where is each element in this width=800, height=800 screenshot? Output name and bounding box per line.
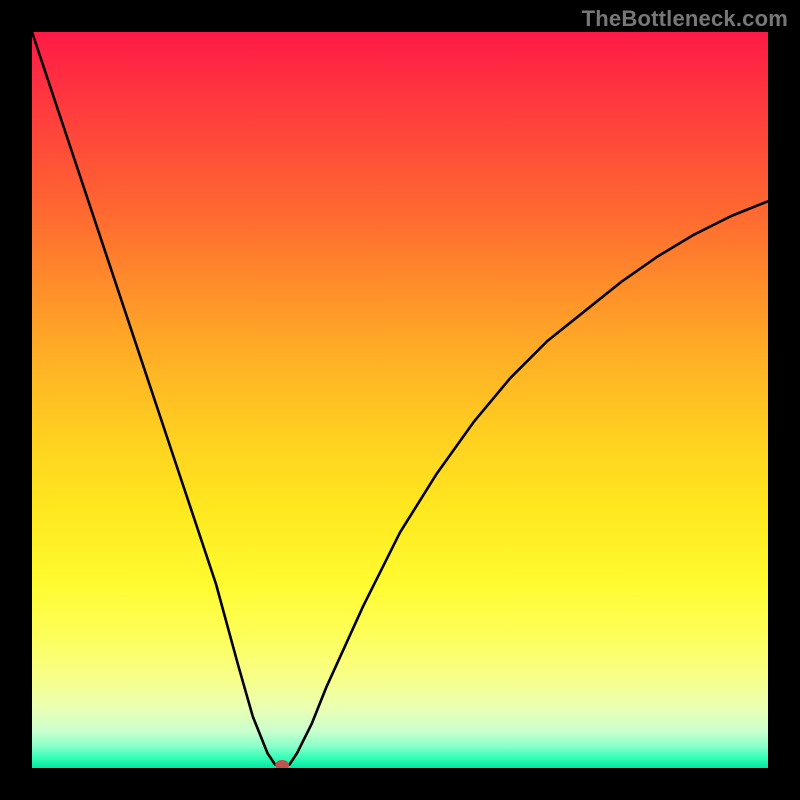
minimum-marker [275,760,289,768]
chart-frame: TheBottleneck.com [0,0,800,800]
curve-svg [32,32,768,768]
bottleneck-curve [32,32,768,768]
plot-area [32,32,768,768]
watermark-text: TheBottleneck.com [582,6,788,32]
